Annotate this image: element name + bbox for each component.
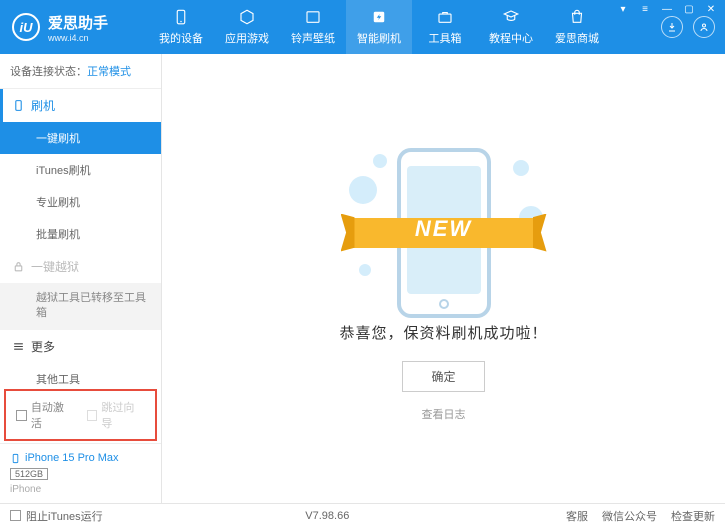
apps-icon <box>238 8 256 26</box>
list-icon[interactable]: ≡ <box>637 2 653 16</box>
version-label: V7.98.66 <box>305 510 349 522</box>
logo-subtitle: www.i4.cn <box>48 33 108 43</box>
sidebar-cat-flash[interactable]: 刷机 <box>0 89 161 122</box>
block-itunes-checkbox[interactable]: 阻止iTunes运行 <box>10 508 103 524</box>
footer-wechat[interactable]: 微信公众号 <box>602 508 657 524</box>
device-icon <box>172 8 190 26</box>
auto-activate-checkbox[interactable]: 自动激活 <box>16 399 75 431</box>
nav-tutorials[interactable]: 教程中心 <box>478 0 544 54</box>
device-type-label: iPhone <box>10 484 151 495</box>
download-button[interactable] <box>661 16 683 38</box>
nav-my-device[interactable]: 我的设备 <box>148 0 214 54</box>
sidebar-item-other-tools[interactable]: 其他工具 <box>0 363 161 387</box>
logo-title: 爱思助手 <box>48 12 108 33</box>
nav-store[interactable]: 爱思商城 <box>544 0 610 54</box>
nav-toolbox[interactable]: 工具箱 <box>412 0 478 54</box>
phone-small-icon <box>10 453 21 464</box>
new-ribbon: NEW <box>349 216 539 242</box>
view-log-link[interactable]: 查看日志 <box>422 406 466 422</box>
nav-ringtones[interactable]: 铃声壁纸 <box>280 0 346 54</box>
success-message: 恭喜您，保资料刷机成功啦！ <box>339 322 547 343</box>
main-content: NEW 恭喜您，保资料刷机成功啦！ 确定 查看日志 <box>162 54 725 503</box>
store-icon <box>568 8 586 26</box>
footer-update[interactable]: 检查更新 <box>671 508 715 524</box>
flash-icon <box>370 8 388 26</box>
success-illustration: NEW <box>339 136 549 306</box>
device-status: 设备连接状态：正常模式 <box>0 54 161 89</box>
logo: iU 爱思助手 www.i4.cn <box>0 12 148 43</box>
logo-icon: iU <box>12 13 40 41</box>
footer-support[interactable]: 客服 <box>566 508 588 524</box>
sidebar-item-onekey-flash[interactable]: 一键刷机 <box>0 122 161 154</box>
nav-flash[interactable]: 智能刷机 <box>346 0 412 54</box>
tutorial-icon <box>502 8 520 26</box>
flash-options-box: 自动激活 跳过向导 <box>4 389 157 441</box>
sidebar: 设备连接状态：正常模式 刷机 一键刷机 iTunes刷机 专业刷机 批量刷机 一… <box>0 54 162 503</box>
menu-icon[interactable]: ▾ <box>615 2 631 16</box>
maximize-icon[interactable]: ▢ <box>681 2 697 16</box>
user-icon <box>698 21 710 33</box>
device-info[interactable]: iPhone 15 Pro Max 512GB iPhone <box>0 443 161 503</box>
minimize-icon[interactable]: — <box>659 2 675 16</box>
sidebar-cat-jailbreak: 一键越狱 <box>0 250 161 283</box>
user-button[interactable] <box>693 16 715 38</box>
wallpaper-icon <box>304 8 322 26</box>
download-icon <box>666 21 678 33</box>
sidebar-item-pro-flash[interactable]: 专业刷机 <box>0 186 161 218</box>
skip-setup-checkbox: 跳过向导 <box>87 399 146 431</box>
ok-button[interactable]: 确定 <box>402 361 484 392</box>
phone-icon <box>12 99 25 112</box>
sidebar-jailbreak-note[interactable]: 越狱工具已转移至工具箱 <box>0 283 161 330</box>
close-icon[interactable]: ✕ <box>703 2 719 16</box>
main-nav: 我的设备 应用游戏 铃声壁纸 智能刷机 工具箱 教程中心 爱思商城 <box>148 0 610 54</box>
more-icon <box>12 340 25 353</box>
nav-apps[interactable]: 应用游戏 <box>214 0 280 54</box>
lock-icon <box>12 260 25 273</box>
toolbox-icon <box>436 8 454 26</box>
sidebar-item-itunes-flash[interactable]: iTunes刷机 <box>0 154 161 186</box>
sidebar-cat-more[interactable]: 更多 <box>0 330 161 363</box>
device-storage-badge: 512GB <box>10 468 48 480</box>
sidebar-item-batch-flash[interactable]: 批量刷机 <box>0 218 161 250</box>
status-bar: 阻止iTunes运行 V7.98.66 客服 微信公众号 检查更新 <box>0 503 725 527</box>
